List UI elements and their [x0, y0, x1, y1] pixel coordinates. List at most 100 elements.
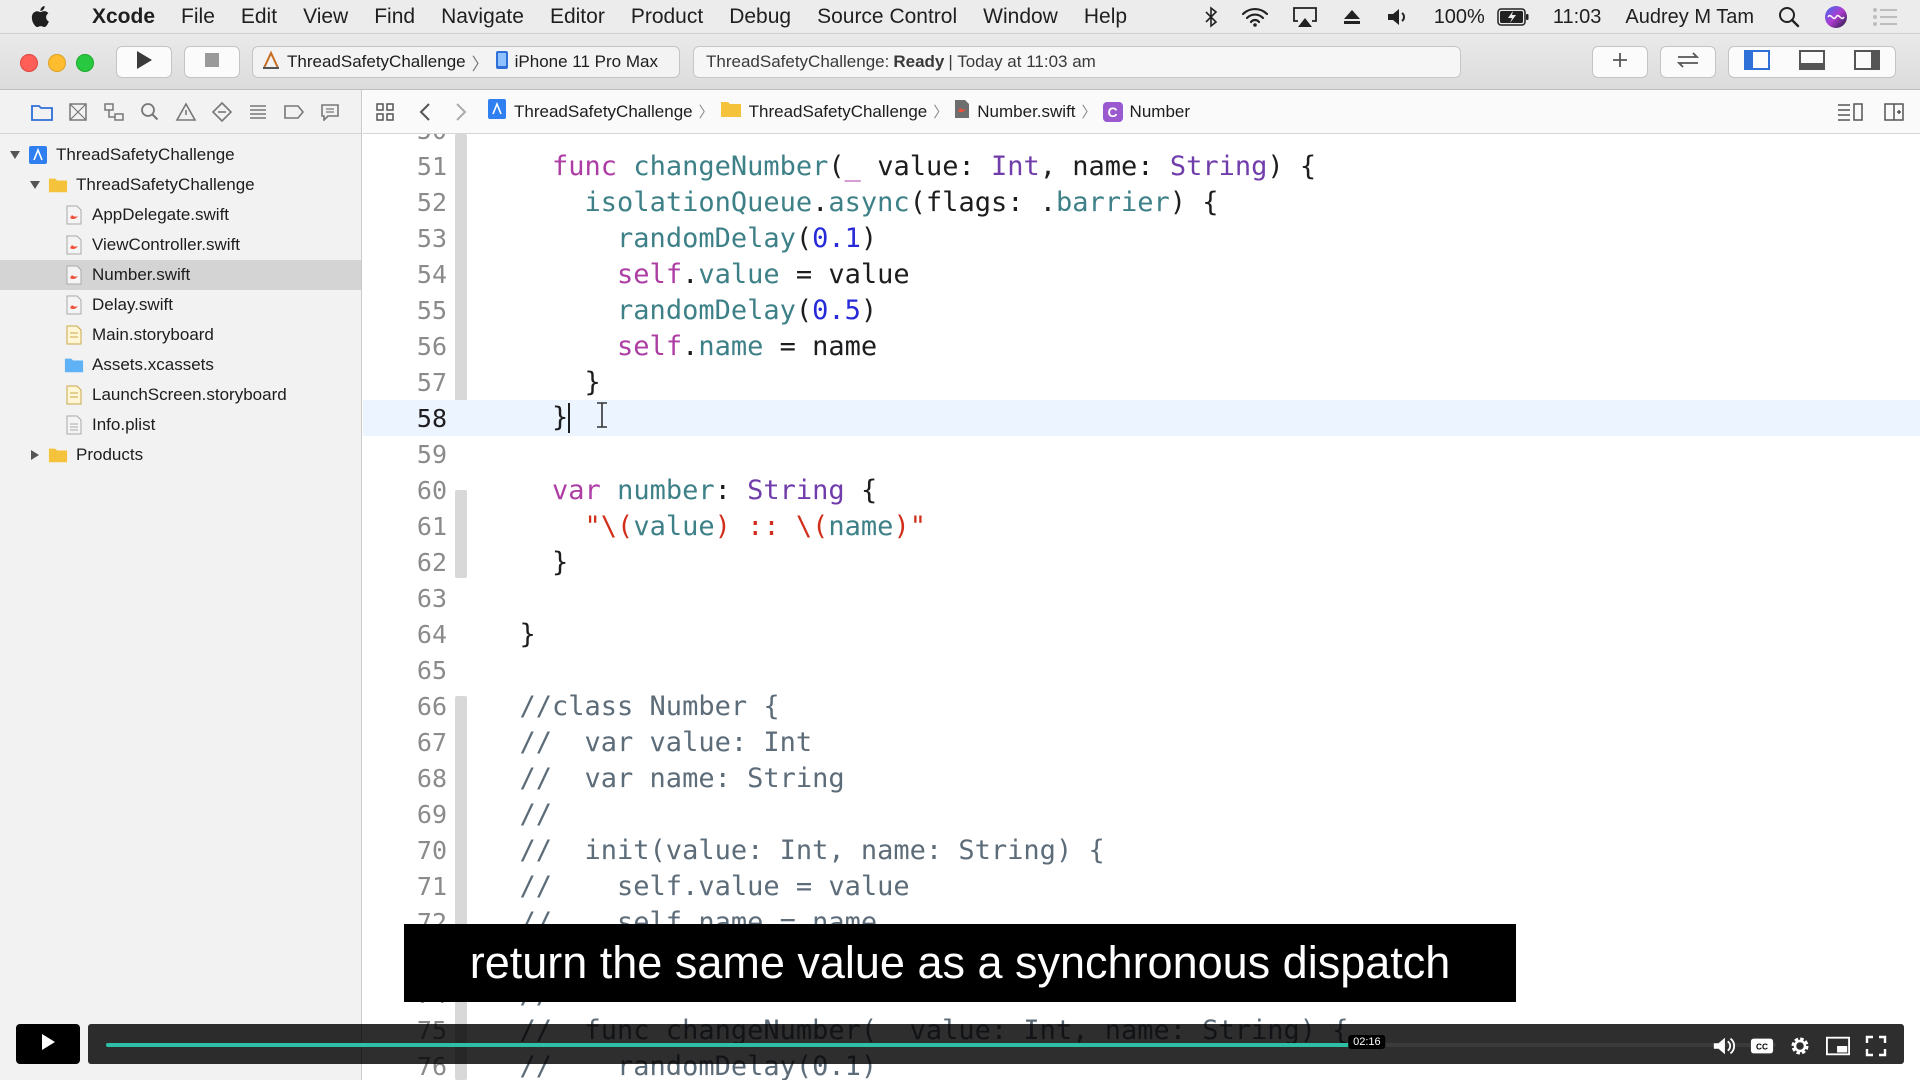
- report-icon[interactable]: [312, 90, 348, 134]
- tree-item[interactable]: LaunchScreen.storyboard: [0, 380, 361, 410]
- code-line[interactable]: 64 }: [363, 616, 1920, 652]
- code-review-button[interactable]: [1660, 46, 1716, 78]
- code-line[interactable]: 67 // var value: Int: [363, 724, 1920, 760]
- disclosure-open-icon[interactable]: [8, 148, 22, 162]
- related-items-icon[interactable]: [363, 102, 407, 122]
- tree-item[interactable]: Info.plist: [0, 410, 361, 440]
- menu-app-name[interactable]: Xcode: [82, 5, 168, 29]
- tree-item[interactable]: Assets.xcassets: [0, 350, 361, 380]
- library-button[interactable]: [1592, 46, 1648, 78]
- test-diamond-icon[interactable]: [204, 90, 240, 134]
- airplay-icon[interactable]: [1280, 6, 1330, 28]
- menu-product[interactable]: Product: [618, 5, 716, 29]
- minimize-window-button[interactable]: [48, 54, 66, 72]
- close-window-button[interactable]: [20, 54, 38, 72]
- code-line[interactable]: 65: [363, 652, 1920, 688]
- clock[interactable]: 11:03: [1541, 6, 1614, 29]
- scheme-selector[interactable]: ThreadSafetyChallenge 〉 iPhone 11 Pro Ma…: [252, 46, 680, 78]
- code-token: }: [487, 366, 601, 398]
- eject-icon[interactable]: [1330, 8, 1374, 26]
- volume-icon[interactable]: [1712, 1034, 1736, 1058]
- run-button[interactable]: [116, 46, 172, 78]
- code-token: }: [487, 401, 569, 433]
- menu-edit[interactable]: Edit: [228, 5, 290, 29]
- menu-navigate[interactable]: Navigate: [428, 5, 537, 29]
- notification-center-icon[interactable]: [1860, 7, 1920, 27]
- toggle-inspector-icon[interactable]: [1854, 49, 1881, 75]
- breadcrumb-symbol[interactable]: C Number: [1102, 101, 1190, 122]
- back-arrow-icon[interactable]: [407, 102, 443, 122]
- code-line[interactable]: 54 self.value = value: [363, 256, 1920, 292]
- code-text: func changeNumber(_ value: Int, name: St…: [487, 151, 1316, 182]
- code-line[interactable]: 63: [363, 580, 1920, 616]
- stop-button[interactable]: [184, 46, 240, 78]
- tree-item[interactable]: ViewController.swift: [0, 230, 361, 260]
- tree-item[interactable]: ThreadSafetyChallenge: [0, 170, 361, 200]
- wifi-icon[interactable]: [1230, 7, 1280, 27]
- video-progress-line[interactable]: 02:16: [106, 1035, 1776, 1049]
- source-control-icon[interactable]: [60, 90, 96, 134]
- tree-item[interactable]: Delay.swift: [0, 290, 361, 320]
- user-name[interactable]: Audrey M Tam: [1613, 6, 1766, 29]
- siri-icon[interactable]: [1812, 5, 1860, 29]
- tree-item[interactable]: Number.swift: [0, 260, 361, 290]
- picture-in-picture-icon[interactable]: [1826, 1034, 1850, 1058]
- breadcrumb-project[interactable]: ThreadSafetyChallenge: [487, 98, 693, 125]
- code-line[interactable]: 68 // var name: String: [363, 760, 1920, 796]
- menu-source-control[interactable]: Source Control: [804, 5, 970, 29]
- folder-icon[interactable]: [24, 90, 60, 134]
- breadcrumb-file[interactable]: Number.swift: [954, 99, 1076, 124]
- apple-menu-icon[interactable]: [30, 5, 58, 28]
- bluetooth-icon[interactable]: [1192, 6, 1230, 28]
- video-play-button[interactable]: [16, 1024, 80, 1064]
- code-line[interactable]: 58 }: [363, 400, 1920, 436]
- code-line[interactable]: 51 func changeNumber(_ value: Int, name:…: [363, 148, 1920, 184]
- menu-debug[interactable]: Debug: [716, 5, 804, 29]
- code-line[interactable]: 62 }: [363, 544, 1920, 580]
- menu-editor[interactable]: Editor: [537, 5, 618, 29]
- code-line[interactable]: 71 // self.value = value: [363, 868, 1920, 904]
- code-line[interactable]: 70 // init(value: Int, name: String) {: [363, 832, 1920, 868]
- menu-find[interactable]: Find: [361, 5, 428, 29]
- settings-gear-icon[interactable]: [1788, 1034, 1812, 1058]
- code-line[interactable]: 61 "\(value) :: \(name)": [363, 508, 1920, 544]
- menu-view[interactable]: View: [290, 5, 361, 29]
- tree-item[interactable]: Main.storyboard: [0, 320, 361, 350]
- toggle-navigator-icon[interactable]: [1743, 49, 1770, 75]
- tree-item[interactable]: AppDelegate.swift: [0, 200, 361, 230]
- code-line[interactable]: 52 isolationQueue.async(flags: .barrier)…: [363, 184, 1920, 220]
- zoom-window-button[interactable]: [76, 54, 94, 72]
- video-progress-track[interactable]: 02:16 CC: [88, 1024, 1904, 1064]
- search-icon[interactable]: [132, 90, 168, 134]
- hierarchy-icon[interactable]: [96, 90, 132, 134]
- breadcrumb-group[interactable]: ThreadSafetyChallenge: [720, 100, 927, 123]
- code-line[interactable]: 69 //: [363, 796, 1920, 832]
- breakpoint-icon[interactable]: [276, 90, 312, 134]
- code-line[interactable]: 66 //class Number {: [363, 688, 1920, 724]
- code-line[interactable]: 57 }: [363, 364, 1920, 400]
- spotlight-search-icon[interactable]: [1766, 6, 1812, 28]
- code-line[interactable]: 53 randomDelay(0.1): [363, 220, 1920, 256]
- forward-arrow-icon[interactable]: [443, 102, 479, 122]
- debug-list-icon[interactable]: [240, 90, 276, 134]
- disclosure-open-icon[interactable]: [28, 178, 42, 192]
- code-line[interactable]: 50: [363, 134, 1920, 148]
- code-line[interactable]: 59: [363, 436, 1920, 472]
- code-line[interactable]: 56 self.name = name: [363, 328, 1920, 364]
- menu-help[interactable]: Help: [1071, 5, 1140, 29]
- warning-icon[interactable]: [168, 90, 204, 134]
- tree-item[interactable]: Products: [0, 440, 361, 470]
- disclosure-closed-icon[interactable]: [28, 448, 42, 462]
- editor-options-icon[interactable]: [1832, 102, 1868, 122]
- code-line[interactable]: 60 var number: String {: [363, 472, 1920, 508]
- tree-item[interactable]: ThreadSafetyChallenge: [0, 140, 361, 170]
- closed-captions-icon[interactable]: CC: [1750, 1034, 1774, 1058]
- split-editor-icon[interactable]: [1876, 102, 1912, 122]
- toggle-debug-area-icon[interactable]: [1798, 49, 1825, 75]
- fullscreen-icon[interactable]: [1864, 1034, 1888, 1058]
- menu-file[interactable]: File: [168, 5, 228, 29]
- battery-icon[interactable]: [1497, 8, 1541, 26]
- code-line[interactable]: 55 randomDelay(0.5): [363, 292, 1920, 328]
- menu-window[interactable]: Window: [970, 5, 1071, 29]
- volume-icon[interactable]: [1374, 7, 1422, 27]
